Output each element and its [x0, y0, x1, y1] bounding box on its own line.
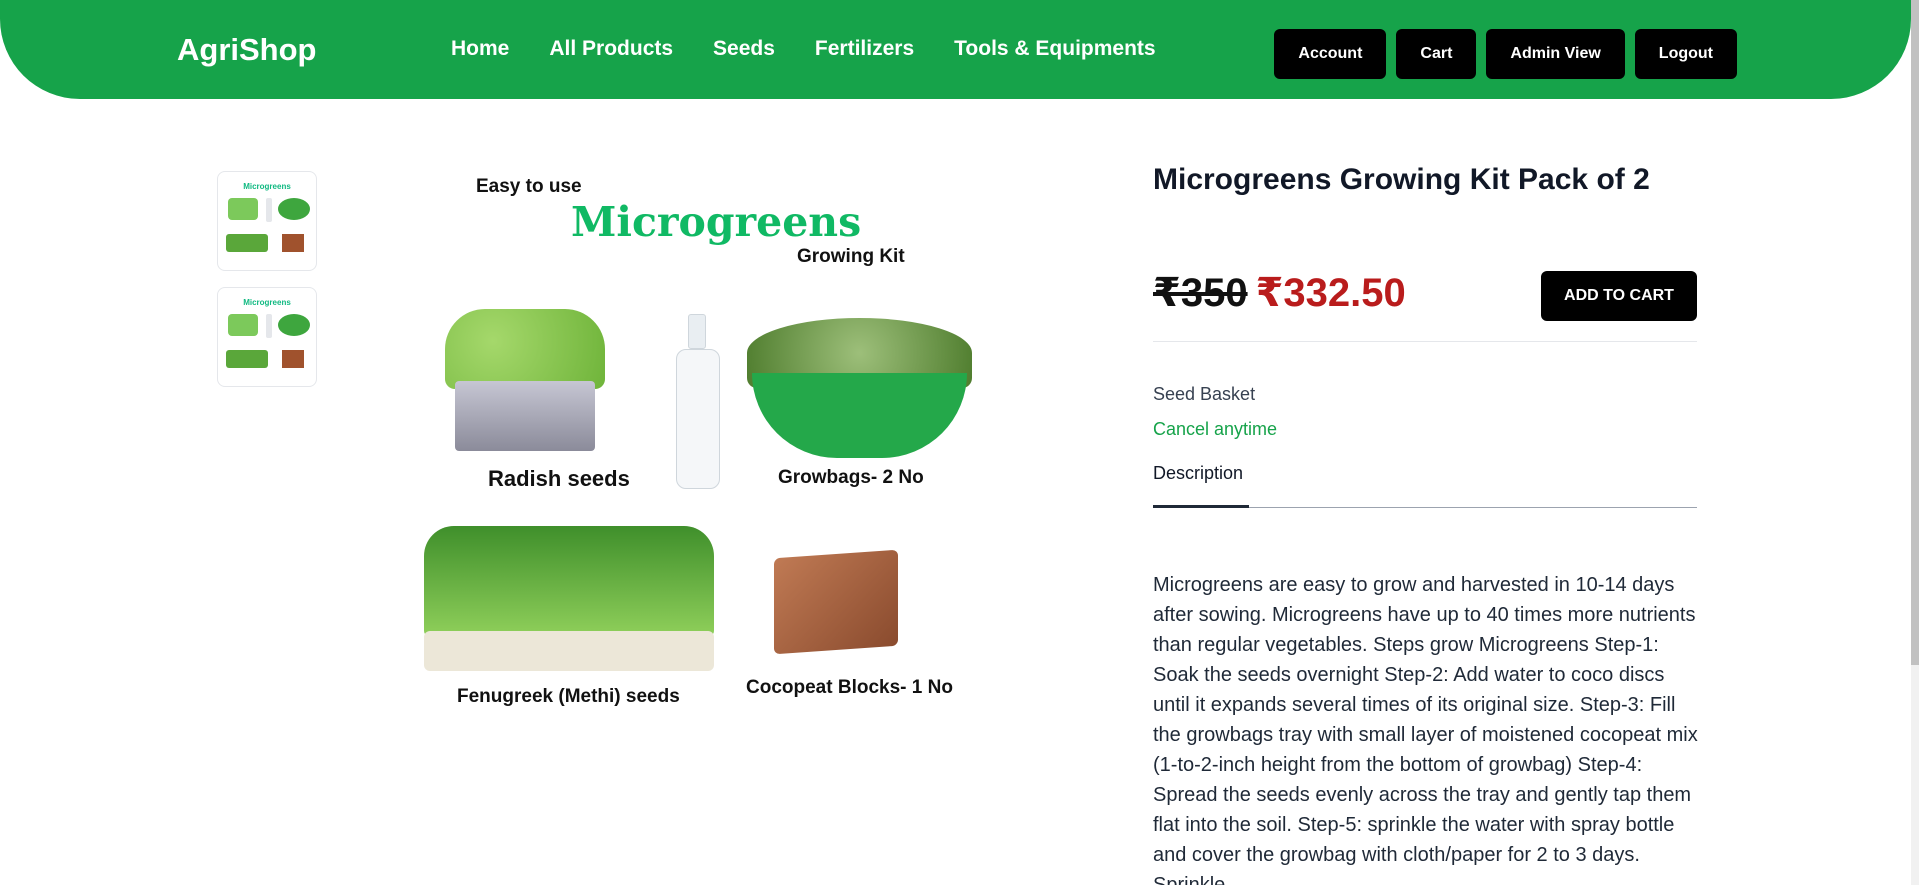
add-to-cart-button[interactable]: ADD TO CART	[1541, 271, 1697, 321]
nav-link-home[interactable]: Home	[451, 37, 509, 61]
thumbnail-spray	[266, 314, 272, 338]
fenugreek-image	[424, 526, 714, 676]
fenugreek-base	[424, 631, 714, 671]
thumbnail-title: Microgreens	[243, 298, 291, 307]
thumbnail-2[interactable]: Microgreens	[217, 287, 317, 387]
product-main-image: Easy to use Microgreens Growing Kit Radi…	[410, 164, 1000, 719]
nav-link-tools[interactable]: Tools & Equipments	[954, 37, 1155, 61]
growbag-image	[747, 318, 972, 458]
thumbnail-list: Microgreens Microgreens	[217, 171, 317, 387]
scrollbar-thumb[interactable]	[1911, 0, 1919, 665]
thumbnail-radish	[228, 198, 258, 220]
thumbnail-growbag	[278, 198, 310, 220]
product-description: Microgreens are easy to grow and harvest…	[1153, 574, 1698, 885]
account-button[interactable]: Account	[1274, 29, 1387, 79]
nav-links: Home All Products Seeds Fertilizers Tool…	[451, 37, 1196, 61]
sale-price: ₹332.50	[1255, 271, 1406, 315]
cart-button[interactable]: Cart	[1396, 29, 1477, 79]
tab-active-indicator	[1153, 505, 1249, 508]
thumbnail-fenugreek	[226, 234, 268, 252]
cancel-anytime-text: Cancel anytime	[1153, 419, 1278, 439]
thumbnail-cocopeat	[282, 350, 304, 368]
thumbnail-title: Microgreens	[243, 182, 291, 191]
navbar: AgriShop Home All Products Seeds Fertili…	[0, 0, 1911, 99]
thumbnail-growbag	[278, 314, 310, 336]
image-title-text: Microgreens	[571, 198, 862, 246]
thumbnail-radish	[228, 314, 258, 336]
nav-buttons: Account Cart Admin View Logout	[1274, 29, 1737, 79]
nav-link-seeds[interactable]: Seeds	[713, 37, 775, 61]
nav-link-all-products[interactable]: All Products	[549, 37, 673, 61]
logout-button[interactable]: Logout	[1634, 29, 1737, 79]
image-easy-text: Easy to use	[476, 176, 582, 197]
spray-head	[688, 314, 706, 349]
radish-label: Radish seeds	[488, 466, 630, 491]
tab-description[interactable]: Description	[1153, 463, 1243, 484]
image-subtitle-text: Growing Kit	[797, 246, 905, 267]
divider	[1153, 341, 1697, 342]
price-row: ₹350 ₹332.50	[1153, 270, 1406, 316]
growbags-label: Growbags- 2 No	[778, 467, 924, 488]
thumbnail-spray	[266, 198, 272, 222]
growbag-body	[752, 373, 967, 458]
vendor-name: Seed Basket	[1153, 384, 1256, 404]
radish-greens	[445, 309, 605, 389]
original-price: ₹350	[1153, 271, 1248, 315]
cocopeat-label: Cocopeat Blocks- 1 No	[746, 677, 953, 698]
radish-tray-image	[445, 309, 605, 459]
thumbnail-cocopeat	[282, 234, 304, 252]
spray-bottle-image	[676, 314, 720, 489]
cocopeat-image	[774, 549, 898, 655]
fenugreek-greens	[424, 526, 714, 636]
radish-box	[455, 381, 595, 451]
scrollbar[interactable]	[1911, 0, 1919, 885]
fenugreek-label: Fenugreek (Methi) seeds	[457, 686, 680, 707]
brand-logo[interactable]: AgriShop	[177, 32, 317, 68]
thumbnail-fenugreek	[226, 350, 268, 368]
admin-view-button[interactable]: Admin View	[1486, 29, 1625, 79]
product-title: Microgreens Growing Kit Pack of 2	[1153, 163, 1650, 196]
spray-body	[676, 349, 720, 489]
nav-link-fertilizers[interactable]: Fertilizers	[815, 37, 914, 61]
thumbnail-1[interactable]: Microgreens	[217, 171, 317, 271]
